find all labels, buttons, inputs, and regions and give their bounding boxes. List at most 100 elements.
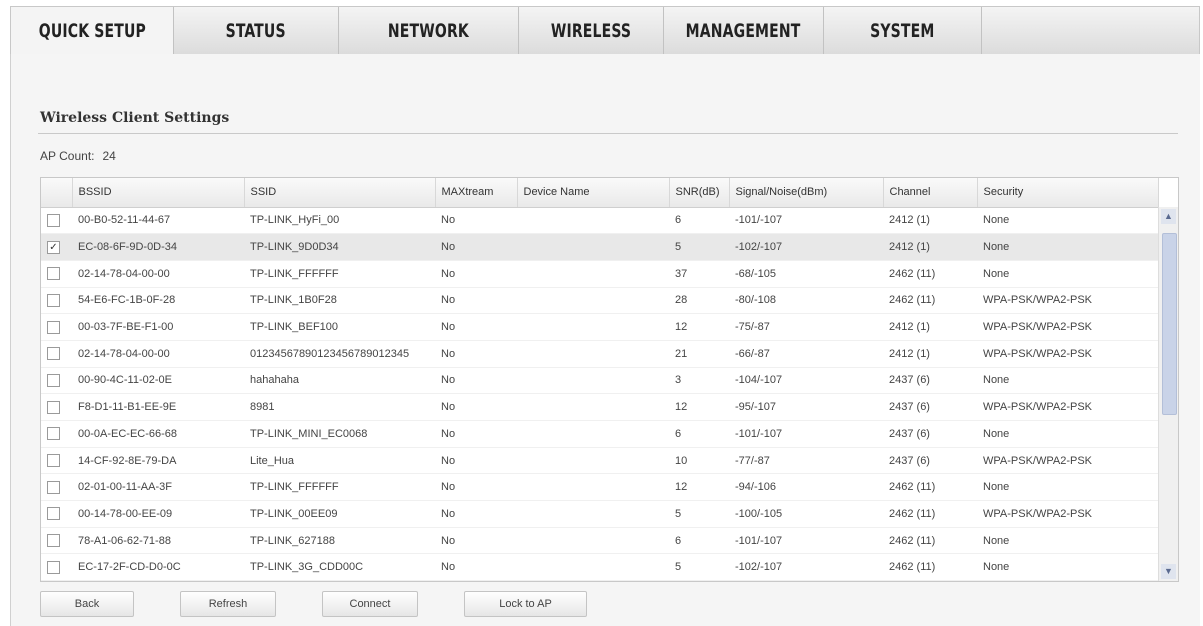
cell-ssid: TP-LINK_FFFFFF (244, 260, 435, 288)
table-row[interactable]: 00-0A-EC-EC-66-68 TP-LINK_MINI_EC0068 No 6-… (41, 420, 1158, 448)
cell-channel: 2412 (1) (883, 233, 977, 261)
row-checkbox[interactable] (47, 400, 60, 414)
tab-management[interactable]: MANAGEMENT (664, 7, 824, 55)
tab-bar-filler (982, 7, 1199, 55)
table-row[interactable]: 54-E6-FC-1B-0F-28 TP-LINK_1B0F28 No 28 -80/-… (41, 287, 1158, 315)
table-scrollbar[interactable]: ▲ ▼ (1158, 207, 1178, 581)
scroll-up-arrow-icon[interactable]: ▲ (1161, 209, 1176, 224)
cell-ssid: 8981 (244, 393, 435, 421)
cell-device-name (517, 447, 669, 475)
cell-snr: 6 (669, 207, 729, 235)
header-maxtream[interactable]: MAXtream (435, 178, 518, 208)
row-checkbox[interactable] (47, 213, 60, 227)
header-device-name[interactable]: Device Name (517, 178, 670, 208)
cell-signal-noise: -102/-107 (729, 553, 883, 581)
cell-maxtream: No (435, 207, 517, 235)
table-row[interactable]: 78-A1-06-62-71-88 TP-LINK_627188 No 6 -101/-… (41, 527, 1158, 555)
header-snr[interactable]: SNR(dB) (669, 178, 730, 208)
table-row[interactable]: ✓ EC-08-6F-9D-0D-34 TP-LINK_9D0D34 No 5 -102/… (41, 233, 1158, 261)
cell-maxtream: No (435, 527, 517, 555)
cell-channel: 2462 (11) (883, 473, 977, 502)
connect-button[interactable]: Connect (322, 591, 418, 617)
header-signal-noise[interactable]: Signal/Noise(dBm) (729, 178, 884, 208)
row-checkbox[interactable] (47, 560, 60, 574)
cell-bssid: 02-01-00-11-AA-3F (72, 473, 244, 502)
header-security[interactable]: Security (977, 178, 1159, 208)
cell-maxtream: No (435, 233, 517, 261)
tab-status[interactable]: STATUS (174, 7, 339, 55)
header-bssid[interactable]: BSSID (72, 178, 245, 208)
cell-snr: 28 (669, 287, 729, 315)
row-checkbox[interactable]: ✓ (47, 240, 60, 254)
row-checkbox[interactable] (47, 534, 60, 548)
cell-channel: 2412 (1) (883, 207, 977, 235)
scroll-down-arrow-icon[interactable]: ▼ (1161, 564, 1176, 579)
table-row[interactable]: 02-01-00-11-AA-3F TP-LINK_FFFFFF No 12 -94/-… (41, 473, 1158, 502)
row-select-cell (41, 553, 72, 581)
table-row[interactable]: 02-14-78-04-00-00 TP-LINK_FFFFFF No 37 -68/-… (41, 260, 1158, 288)
cell-ssid: TP-LINK_9D0D34 (244, 233, 435, 261)
cell-device-name (517, 527, 669, 555)
cell-channel: 2437 (6) (883, 367, 977, 395)
cell-security: None (977, 367, 1158, 395)
checkmark-icon: ✓ (49, 241, 58, 253)
cell-channel: 2462 (11) (883, 553, 977, 581)
cell-signal-noise: -101/-107 (729, 527, 883, 555)
cell-device-name (517, 207, 669, 235)
row-checkbox[interactable] (47, 427, 60, 441)
tab-network[interactable]: NETWORK (339, 7, 519, 55)
row-checkbox[interactable] (47, 454, 60, 468)
cell-channel: 2437 (6) (883, 393, 977, 421)
cell-security: None (977, 420, 1158, 448)
tab-system[interactable]: SYSTEM (824, 7, 982, 55)
lock-to-ap-button[interactable]: Lock to AP (464, 591, 587, 617)
cell-security: WPA-PSK/WPA2-PSK (977, 447, 1158, 475)
cell-security: WPA-PSK/WPA2-PSK (977, 393, 1158, 421)
cell-signal-noise: -80/-108 (729, 287, 883, 315)
table-row[interactable]: 00-B0-52-11-44-67 TP-LINK_HyFi_00 No 6 -101/… (41, 207, 1158, 235)
tab-wireless[interactable]: WIRELESS (519, 7, 664, 55)
cell-security: None (977, 260, 1158, 288)
header-select (41, 178, 73, 208)
cell-snr: 37 (669, 260, 729, 288)
table-header-row: BSSID SSID MAXtream Device Name SNR(dB) … (41, 178, 1159, 208)
cell-device-name (517, 553, 669, 581)
header-ssid[interactable]: SSID (244, 178, 436, 208)
scrollbar-thumb[interactable] (1162, 233, 1177, 415)
cell-signal-noise: -94/-106 (729, 473, 883, 502)
table-row[interactable]: 02-14-78-04-00-00 01234567890123456789012… (41, 340, 1158, 368)
cell-signal-noise: -68/-105 (729, 260, 883, 288)
cell-device-name (517, 473, 669, 502)
cell-device-name (517, 287, 669, 315)
table-row[interactable]: EC-17-2F-CD-D0-0C TP-LINK_3G_CDD00C No 5 -10… (41, 553, 1158, 581)
row-select-cell (41, 447, 72, 475)
ap-count-value: 24 (102, 149, 116, 163)
cell-bssid: 54-E6-FC-1B-0F-28 (72, 287, 244, 315)
cell-snr: 10 (669, 447, 729, 475)
row-checkbox[interactable] (47, 347, 60, 361)
cell-snr: 12 (669, 313, 729, 341)
section-divider (38, 133, 1178, 134)
row-checkbox[interactable] (47, 293, 60, 307)
table-row[interactable]: 00-90-4C-11-02-0E hahahaha No 3 -104/-107 243… (41, 367, 1158, 395)
cell-ssid: TP-LINK_BEF100 (244, 313, 435, 341)
row-checkbox[interactable] (47, 267, 60, 281)
table-row[interactable]: F8-D1-11-B1-EE-9E 8981 No 12 -95/-107 2437 (6… (41, 393, 1158, 421)
row-checkbox[interactable] (47, 480, 60, 494)
row-checkbox[interactable] (47, 373, 60, 387)
cell-ssid: 01234567890123456789012345 (244, 340, 435, 368)
cell-ssid: TP-LINK_MINI_EC0068 (244, 420, 435, 448)
refresh-button[interactable]: Refresh (180, 591, 276, 617)
tab-quick-setup[interactable]: QUICK SETUP (11, 7, 174, 55)
row-checkbox[interactable] (47, 320, 60, 334)
section-title: Wireless Client Settings (40, 110, 230, 126)
cell-ssid: Lite_Hua (244, 447, 435, 475)
cell-ssid: TP-LINK_1B0F28 (244, 287, 435, 315)
row-select-cell (41, 473, 72, 502)
header-channel[interactable]: Channel (883, 178, 978, 208)
table-row[interactable]: 00-03-7F-BE-F1-00 TP-LINK_BEF100 No 12 -75/-… (41, 313, 1158, 341)
table-row[interactable]: 14-CF-92-8E-79-DA Lite_Hua No 10 -77/-87 2437… (41, 447, 1158, 475)
back-button[interactable]: Back (40, 591, 134, 617)
table-row[interactable]: 00-14-78-00-EE-09 TP-LINK_00EE09 No 5 -100/-… (41, 500, 1158, 528)
row-checkbox[interactable] (47, 507, 60, 521)
